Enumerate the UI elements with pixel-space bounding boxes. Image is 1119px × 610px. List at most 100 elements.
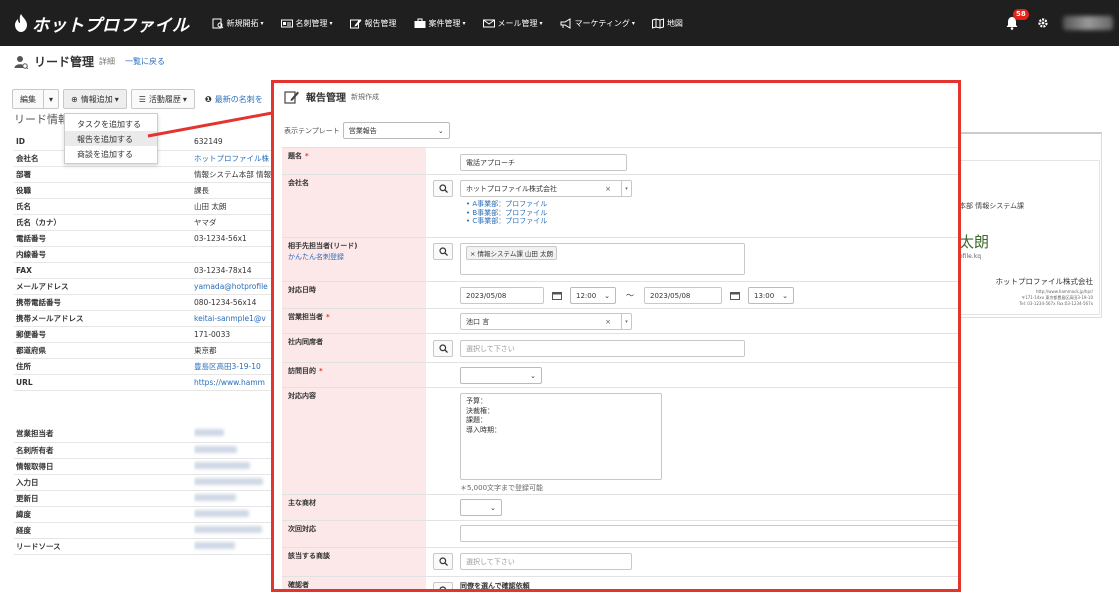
latest-card-notice[interactable]: ❶ 最新の名刺を [205, 94, 263, 105]
business-card-image[interactable]: 本部 情報システム課 太朗 ofile.kq ホットプロファイル株式会社 htt… [958, 160, 1100, 315]
row-confirmer: 確認者 同僚を選んで確認依頼 [282, 576, 958, 589]
add-report-item[interactable]: 報告を追加する [65, 131, 157, 146]
branch-link[interactable]: • C事業部：プロファイル [466, 217, 632, 226]
row-main-product: 主な商材 ⌄ [282, 494, 958, 520]
template-label: 表示テンプレート [284, 126, 340, 135]
time-to-select[interactable]: 13:00 ⌄ [748, 287, 794, 304]
detail-toolbar: 編集 ▾ ⊕ 情報追加 ▾ ☰ 活動履歴 ▾ ❶ 最新の名刺を [12, 89, 263, 109]
quick-card-register-link[interactable]: かんたん名刺登録 [288, 252, 426, 262]
clear-icon: × [605, 184, 611, 193]
activity-history-button[interactable]: ☰ 活動履歴 ▾ [130, 89, 195, 109]
detail-row: 都道府県 東京都 [14, 342, 272, 359]
contact-tag[interactable]: × 情報システム課 山田 太朗 [466, 246, 557, 260]
colleague-search-button[interactable] [433, 340, 453, 357]
detail-value: 課長 [194, 182, 272, 199]
subject-input[interactable]: 電話アプローチ [460, 154, 627, 171]
search-doc-icon [212, 18, 223, 28]
time-from-select[interactable]: 12:00 ⌄ [570, 287, 616, 304]
date-from-input[interactable]: 2023/05/08 [460, 287, 544, 304]
deal-search-button[interactable] [433, 553, 453, 570]
calendar-icon[interactable] [730, 291, 740, 300]
detail-value [194, 506, 272, 523]
search-icon [438, 557, 448, 566]
info-add-button[interactable]: ⊕ 情報追加 ▾ [63, 89, 127, 109]
detail-value [194, 490, 272, 507]
plus-circle-icon: ⊕ [71, 94, 78, 104]
card-icon [280, 19, 293, 27]
activity-history-label: 活動履歴 [148, 94, 181, 104]
detail-value [194, 426, 272, 443]
nav-deal[interactable]: 案件管理 ▾ [414, 18, 466, 29]
card-mail: ofile.kq [959, 253, 981, 260]
detail-row: 更新日 [14, 490, 272, 507]
nav-business-card[interactable]: 名刺管理 ▾ [280, 18, 333, 29]
chevron-down-icon: ⌄ [437, 126, 444, 135]
nav-label: 報告管理 [364, 18, 397, 28]
detail-key: 住所 [14, 358, 194, 375]
confirmer-search-button[interactable] [433, 582, 453, 589]
sales-owner-select[interactable]: 池口 言 × ▾ [460, 313, 632, 330]
info-add-dropdown: タスクを追加する 報告を追加する 商談を追加する [64, 113, 158, 164]
detail-value[interactable]: https://www.hamm [194, 374, 272, 391]
redacted-value [194, 493, 236, 501]
detail-key: 内線番号 [14, 246, 194, 263]
gear-icon[interactable] [1037, 17, 1049, 29]
detail-row: 携帯メールアドレス keitai-sanmple1@v [14, 310, 272, 327]
related-deal-label: 該当する商談 [282, 548, 426, 576]
detail-value[interactable]: keitai-sanmple1@v [194, 310, 272, 327]
company-search-button[interactable] [433, 180, 453, 197]
add-task-item[interactable]: タスクを追加する [65, 116, 157, 131]
info-add-label: 情報追加 [80, 94, 113, 104]
nav-report[interactable]: 報告管理 [349, 18, 397, 29]
detail-row: 住所 豊島区高田3-19-10 [14, 358, 272, 375]
notification-button[interactable]: 58 [1005, 9, 1029, 30]
contact-search-button[interactable] [433, 243, 453, 260]
report-edit-icon [284, 90, 299, 104]
page-subtitle: 詳細 [99, 57, 116, 66]
search-icon [438, 247, 448, 256]
card-url: http://www.hammock.jp/hpr/ [1035, 289, 1093, 294]
detail-value[interactable]: yamada@hotprofile [194, 278, 272, 295]
edit-button[interactable]: 編集 [12, 89, 43, 109]
detail-value[interactable]: 豊島区高田3-19-10 [194, 358, 272, 375]
add-deal-item[interactable]: 商談を追加する [65, 146, 157, 161]
related-deal-input[interactable]: 選択して下さい [460, 553, 632, 570]
detail-value[interactable]: ホットプロファイル株 [194, 150, 272, 167]
nav-mail[interactable]: メール管理 ▾ [482, 18, 543, 29]
detail-value: 東京都 [194, 342, 272, 359]
nav-marketing[interactable]: マーケティング ▾ [560, 17, 635, 29]
brand-logo[interactable]: ホットプロファイル [14, 11, 190, 36]
nav-new-pioneer[interactable]: 新規開拓 ▾ [212, 18, 264, 29]
caret-down-icon: ▾ [329, 19, 333, 27]
card-dept: 本部 情報システム課 [959, 202, 1025, 210]
subject-label: 題名 * [282, 148, 426, 174]
detail-value: ヤマダ [194, 214, 272, 231]
back-to-list-link[interactable]: 一覧に戻る [125, 56, 165, 67]
company-select[interactable]: ホットプロファイル株式会社 × ▾ [460, 180, 632, 197]
next-action-input[interactable] [460, 525, 958, 542]
lead-detail-table-2: 営業担当者 名刺所有者 情報取得日 入力日 更新日 緯度 経度 リードソース [14, 426, 272, 555]
user-menu[interactable] [1063, 16, 1113, 30]
detail-value: 080-1234-56x14 [194, 294, 272, 311]
search-icon [438, 344, 448, 353]
nav-map[interactable]: 地図 [651, 17, 683, 29]
template-select[interactable]: 営業報告 ⌄ [342, 122, 450, 139]
visit-purpose-select[interactable]: ⌄ [460, 367, 542, 384]
date-to-input[interactable]: 2023/05/08 [644, 287, 722, 304]
branch-link[interactable]: • A事業部：プロファイル [466, 200, 632, 209]
colleague-input[interactable]: 選択して下さい [460, 340, 745, 357]
edit-dropdown-toggle[interactable]: ▾ [43, 89, 60, 109]
calendar-icon[interactable] [552, 291, 562, 300]
row-company: 会社名 ホットプロファイル株式会社 × ▾ • A事業部：プロファイル • B事業部… [282, 174, 958, 237]
company-branch-list: • A事業部：プロファイル • B事業部：プロファイル • C事業部：プロファイ… [460, 200, 632, 226]
top-right-tools: 58 [1005, 0, 1119, 46]
nav-label: 名刺管理 [295, 18, 328, 28]
megaphone-icon [560, 17, 571, 29]
contact-multiselect[interactable]: × 情報システム課 山田 太朗 [460, 243, 745, 275]
content-textarea[interactable]: 予算： 決裁権： 課題： 導入時期： [460, 393, 662, 480]
redacted-value [194, 509, 249, 517]
visit-purpose-label: 訪問目的 * [282, 363, 426, 387]
top-navbar: ホットプロファイル 新規開拓 ▾ 名刺管理 ▾ 報告管理 案件管理 ▾ メール管理 ▾ … [0, 0, 1119, 46]
branch-link[interactable]: • B事業部：プロファイル [466, 209, 632, 218]
main-product-select[interactable]: ⌄ [460, 499, 502, 516]
